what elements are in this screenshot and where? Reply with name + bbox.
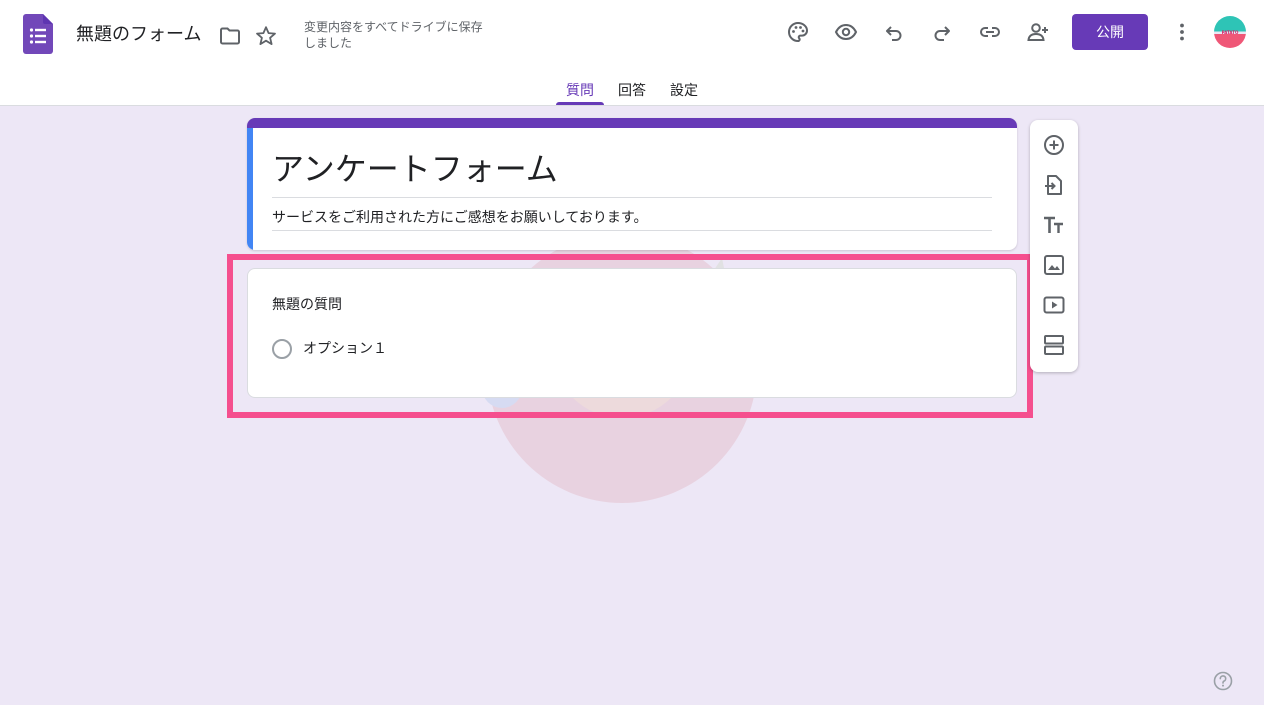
add-question-icon[interactable] <box>1042 133 1066 157</box>
highlight-frame <box>227 254 1033 418</box>
help-icon[interactable] <box>1213 671 1233 691</box>
add-title-icon[interactable] <box>1042 213 1066 237</box>
document-title[interactable]: 無題のフォーム <box>76 23 201 47</box>
form-description[interactable]: サービスをご利用された方にご感想をお願いしております。 <box>272 208 647 228</box>
title-underline <box>272 197 992 198</box>
import-questions-icon[interactable] <box>1042 173 1066 197</box>
forms-logo-icon[interactable] <box>23 14 53 54</box>
move-to-folder-icon[interactable] <box>218 24 242 48</box>
save-status: 変更内容をすべてドライブに保存しました <box>304 20 483 50</box>
title-card-accent-bar <box>247 118 1017 128</box>
add-video-icon[interactable] <box>1042 293 1066 317</box>
add-section-icon[interactable] <box>1042 333 1066 357</box>
redo-icon[interactable] <box>930 20 954 44</box>
avatar-text: PATATO <box>1221 29 1239 35</box>
add-image-icon[interactable] <box>1042 253 1066 277</box>
add-collaborator-icon[interactable] <box>1026 20 1050 44</box>
account-avatar[interactable]: PATATO <box>1214 16 1246 48</box>
description-underline <box>272 230 992 231</box>
tab-responses[interactable]: 回答 <box>618 80 646 106</box>
preview-eye-icon[interactable] <box>834 20 858 44</box>
form-title[interactable]: アンケートフォーム <box>272 149 558 189</box>
more-options-icon[interactable] <box>1170 20 1194 44</box>
form-tabs: 質問 回答 設定 <box>0 72 1264 106</box>
form-title-card[interactable]: アンケートフォーム サービスをご利用された方にご感想をお願いしております。 <box>247 118 1017 250</box>
palette-icon[interactable] <box>786 20 810 44</box>
side-toolbar <box>1030 120 1078 372</box>
active-card-indicator <box>247 128 253 250</box>
undo-icon[interactable] <box>882 20 906 44</box>
publish-button[interactable]: 公開 <box>1072 14 1148 50</box>
star-icon[interactable] <box>254 24 278 48</box>
active-tab-indicator <box>556 102 604 105</box>
app-header: 無題のフォーム 変更内容をすべてドライブに保存しました 公開 PATATO 質問… <box>0 0 1264 106</box>
link-icon[interactable] <box>978 20 1002 44</box>
tab-settings[interactable]: 設定 <box>670 80 698 106</box>
